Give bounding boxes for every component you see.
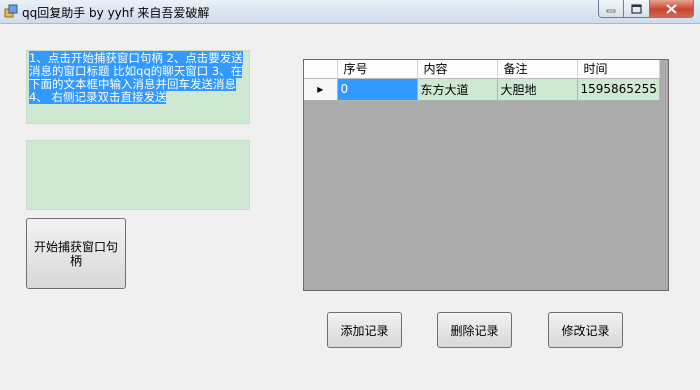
grid-header-row: 序号 内容 备注 时间 xyxy=(304,60,660,79)
column-header-time[interactable]: 时间 xyxy=(577,60,660,79)
maximize-button[interactable] xyxy=(624,0,650,18)
close-icon xyxy=(666,3,677,14)
capture-handle-button[interactable]: 开始捕获窗口句柄 xyxy=(26,218,126,289)
title-bar[interactable]: qq回复助手 by yyhf 来自吾爱破解 xyxy=(0,0,700,24)
column-header-note[interactable]: 备注 xyxy=(497,60,578,79)
add-record-button[interactable]: 添加记录 xyxy=(327,312,402,348)
cell-content[interactable]: 东方大道 xyxy=(417,78,498,101)
app-window: qq回复助手 by yyhf 来自吾爱破解 1、点击开始捕获窗口句柄 2、点击要… xyxy=(0,0,700,390)
delete-record-button[interactable]: 删除记录 xyxy=(437,312,512,348)
caption-buttons xyxy=(598,0,694,18)
table-row[interactable]: ▸ 0 东方大道 大胆地 1595865255 xyxy=(304,78,660,101)
instructions-textbox[interactable]: 1、点击开始捕获窗口句柄 2、点击要发送消息的窗口标题 比如qq的聊天窗口 3、… xyxy=(26,50,250,124)
column-header-index[interactable]: 序号 xyxy=(337,60,418,79)
window-title: qq回复助手 by yyhf 来自吾爱破解 xyxy=(22,6,210,20)
cell-note[interactable]: 大胆地 xyxy=(497,78,578,101)
cell-time[interactable]: 1595865255 xyxy=(577,78,660,101)
column-header-content[interactable]: 内容 xyxy=(417,60,498,79)
grid-corner[interactable] xyxy=(304,60,338,79)
edit-record-button[interactable]: 修改记录 xyxy=(548,312,623,348)
records-table: 序号 内容 备注 时间 ▸ 0 东方大道 大胆地 1595865255 xyxy=(304,60,660,101)
close-button[interactable] xyxy=(650,0,694,18)
maximize-icon xyxy=(631,3,642,14)
minimize-button[interactable] xyxy=(598,0,624,18)
app-icon xyxy=(4,4,18,18)
minimize-icon xyxy=(606,9,616,12)
records-grid[interactable]: 序号 内容 备注 时间 ▸ 0 东方大道 大胆地 1595865255 xyxy=(303,59,669,291)
instructions-text: 1、点击开始捕获窗口句柄 2、点击要发送消息的窗口标题 比如qq的聊天窗口 3、… xyxy=(29,51,243,104)
message-input[interactable] xyxy=(26,140,250,210)
client-area: 1、点击开始捕获窗口句柄 2、点击要发送消息的窗口标题 比如qq的聊天窗口 3、… xyxy=(0,24,700,390)
row-indicator-icon[interactable]: ▸ xyxy=(304,78,338,101)
cell-index[interactable]: 0 xyxy=(337,78,418,101)
